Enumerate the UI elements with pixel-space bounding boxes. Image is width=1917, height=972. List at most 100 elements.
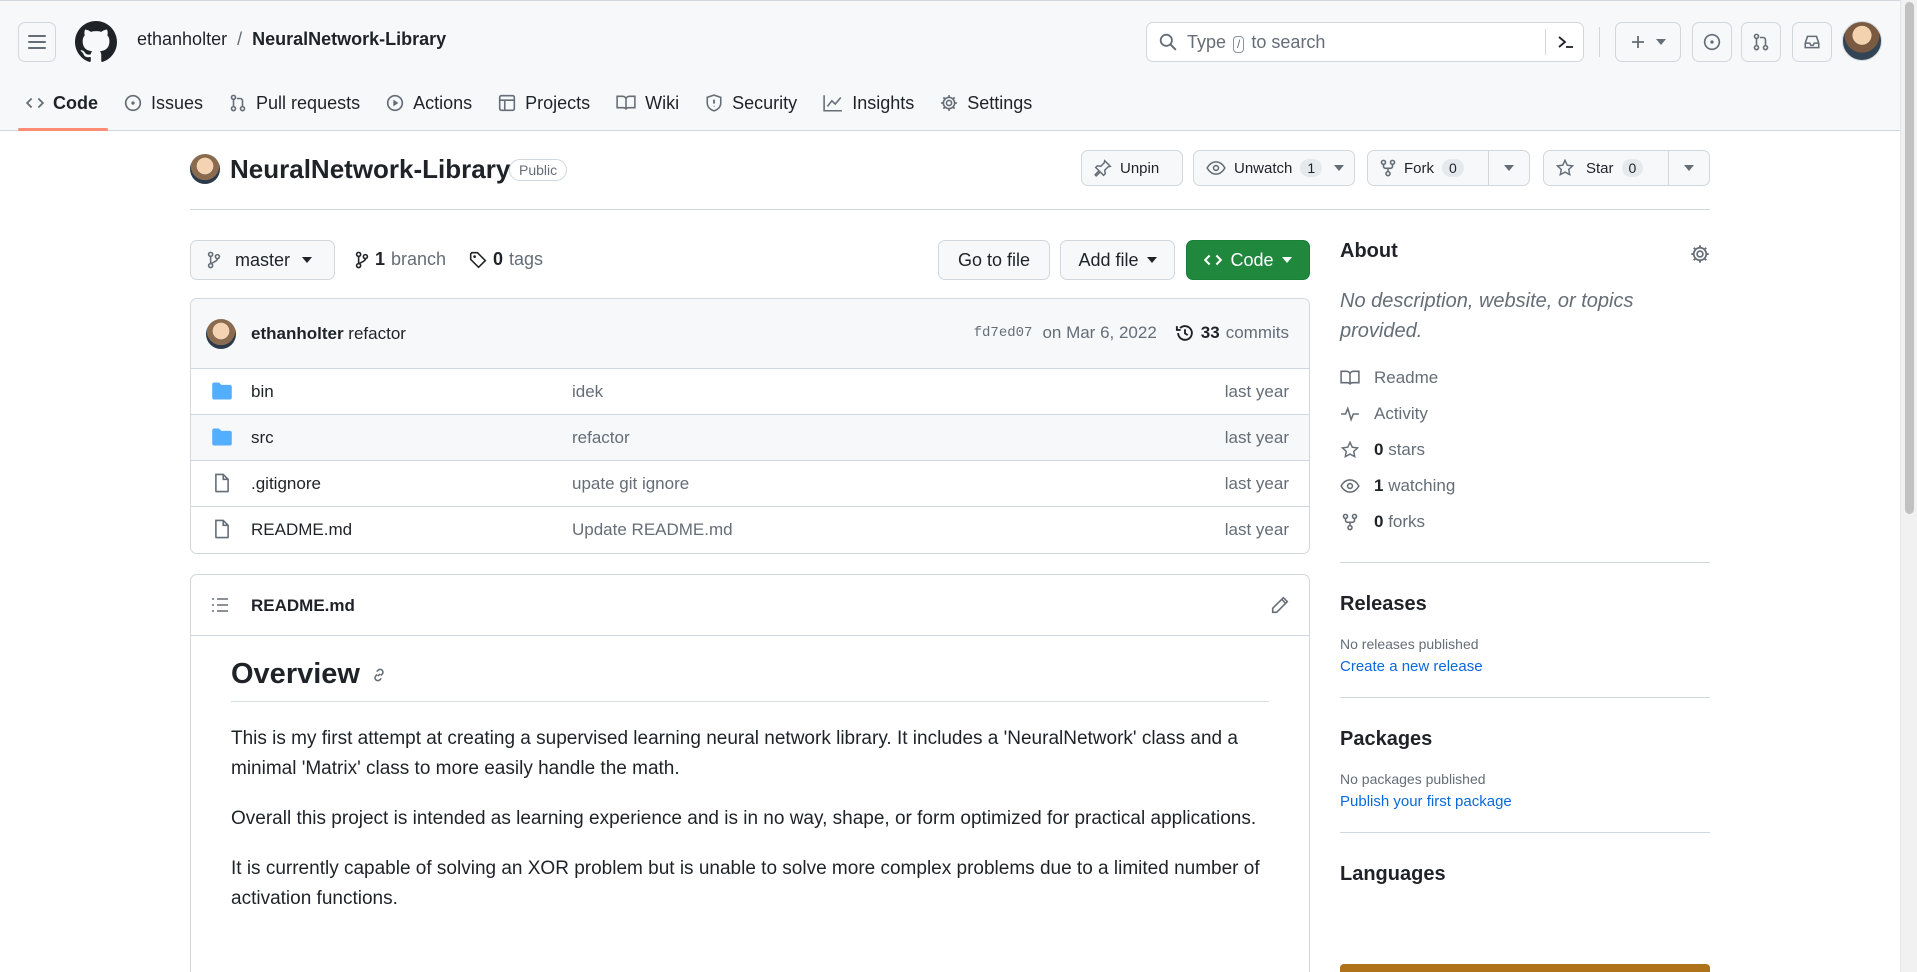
inbox-button[interactable] <box>1792 22 1832 62</box>
stars-link[interactable]: 0 stars <box>1340 432 1710 468</box>
commit-summary: ethanholter refactor <box>251 324 406 344</box>
file-row[interactable]: bin idek last year <box>191 369 1309 415</box>
tab-security[interactable]: Security <box>697 85 815 121</box>
star-button[interactable]: Star 0 <box>1543 150 1669 186</box>
tab-label: Insights <box>852 92 915 113</box>
watching-link[interactable]: 1 watching <box>1340 468 1710 504</box>
commit-message[interactable]: refactor <box>348 324 406 343</box>
tab-issues[interactable]: Issues <box>116 85 221 121</box>
branch-name: master <box>235 249 291 270</box>
star-dropdown-button[interactable] <box>1668 150 1710 186</box>
gear-icon <box>940 94 958 112</box>
caret-down-icon <box>1281 257 1292 263</box>
readme-filename[interactable]: README.md <box>251 596 355 616</box>
star-icon <box>1340 441 1360 459</box>
file-name[interactable]: bin <box>251 382 274 402</box>
file-row[interactable]: src refactor last year <box>191 415 1309 461</box>
tab-actions[interactable]: Actions <box>378 85 490 121</box>
packages-empty: No packages published <box>1340 771 1486 787</box>
releases-section: Releases No releases published Create a … <box>1340 562 1710 675</box>
unpin-label: Unpin <box>1120 159 1160 177</box>
list-icon[interactable] <box>211 597 229 613</box>
tab-code[interactable]: Code <box>18 85 116 131</box>
tab-label: Settings <box>967 92 1033 113</box>
about-description: No description, website, or topics provi… <box>1340 290 1634 342</box>
branches-link[interactable]: 1 branch <box>355 249 446 270</box>
file-name[interactable]: README.md <box>251 520 352 540</box>
fork-button[interactable]: Fork 0 <box>1367 150 1489 186</box>
tags-link[interactable]: 0 tags <box>469 249 543 270</box>
command-palette-button[interactable] <box>1545 29 1575 55</box>
book-icon <box>616 94 636 112</box>
history-icon <box>1175 323 1195 343</box>
tab-settings[interactable]: Settings <box>932 85 1050 121</box>
go-to-file-label: Go to file <box>957 249 1031 270</box>
issues-button[interactable] <box>1692 22 1732 62</box>
file-name[interactable]: .gitignore <box>251 474 321 494</box>
link-icon[interactable] <box>370 666 388 684</box>
forks-link[interactable]: 0 forks <box>1340 504 1710 540</box>
branch-selector[interactable]: master <box>190 240 335 280</box>
caret-down-icon <box>1684 165 1694 171</box>
file-commit-message[interactable]: upate git ignore <box>572 474 689 494</box>
language-bar <box>1340 964 1710 972</box>
readme-header: README.md <box>191 575 1309 636</box>
create-new-button[interactable] <box>1615 22 1681 62</box>
readme-paragraph: This is my first attempt at creating a s… <box>231 728 1238 779</box>
file-commit-message[interactable]: Update README.md <box>572 520 733 540</box>
code-button[interactable]: Code <box>1186 240 1310 280</box>
menu-button[interactable] <box>18 22 56 62</box>
add-file-button[interactable]: Add file <box>1060 240 1175 280</box>
unwatch-button[interactable]: Unwatch 1 <box>1193 150 1355 186</box>
commit-date: on Mar 6, 2022 <box>1042 323 1157 342</box>
readme-body: Overview This is my first attempt at cre… <box>191 636 1309 956</box>
releases-empty: No releases published <box>1340 636 1479 652</box>
fork-dropdown-button[interactable] <box>1488 150 1530 186</box>
unpin-button[interactable]: Unpin <box>1081 150 1183 186</box>
branch-label: branch <box>391 249 447 269</box>
gear-icon[interactable] <box>1690 244 1710 264</box>
commit-author-avatar[interactable] <box>206 319 236 349</box>
packages-title[interactable]: Packages <box>1340 728 1710 751</box>
breadcrumb: ethanholter / NeuralNetwork-Library <box>137 29 446 50</box>
repo-title[interactable]: NeuralNetwork-Library <box>230 154 510 185</box>
pencil-icon[interactable] <box>1271 596 1289 614</box>
file-commit-message[interactable]: refactor <box>572 428 630 448</box>
page-scrollbar[interactable] <box>1900 0 1917 972</box>
commit-author[interactable]: ethanholter <box>251 324 344 343</box>
file-commit-message[interactable]: idek <box>572 382 603 402</box>
visibility-badge: Public <box>509 159 568 181</box>
create-release-link[interactable]: Create a new release <box>1340 658 1710 675</box>
user-avatar[interactable] <box>1842 21 1882 61</box>
caret-down-icon <box>1656 39 1666 45</box>
code-label: Code <box>1230 249 1274 270</box>
breadcrumb-owner[interactable]: ethanholter <box>137 29 227 50</box>
file-row[interactable]: README.md Update README.md last year <box>191 507 1309 553</box>
file-date: last year <box>1224 427 1289 447</box>
owner-avatar[interactable] <box>190 154 220 184</box>
pin-icon <box>1094 159 1112 177</box>
scrollbar-thumb[interactable] <box>1905 2 1914 514</box>
file-row[interactable]: .gitignore upate git ignore last year <box>191 461 1309 507</box>
activity-link-label: Activity <box>1374 404 1428 423</box>
commits-link[interactable]: 33 commits <box>1175 323 1289 343</box>
pull-requests-button[interactable] <box>1741 22 1781 62</box>
tab-wiki[interactable]: Wiki <box>608 85 697 121</box>
go-to-file-button[interactable]: Go to file <box>938 240 1050 280</box>
readme-link[interactable]: Readme <box>1340 360 1710 396</box>
commit-sha[interactable]: fd7ed07 <box>974 325 1033 341</box>
tab-insights[interactable]: Insights <box>815 85 932 121</box>
tab-pull-requests[interactable]: Pull requests <box>221 85 378 121</box>
github-logo-icon[interactable] <box>75 21 117 63</box>
publish-package-link[interactable]: Publish your first package <box>1340 793 1710 810</box>
activity-link[interactable]: Activity <box>1340 396 1710 432</box>
pull-request-icon <box>229 94 247 112</box>
breadcrumb-repo[interactable]: NeuralNetwork-Library <box>252 29 446 50</box>
search-input[interactable]: Type / to search <box>1146 22 1584 62</box>
latest-commit: ethanholter refactor fd7ed07 on Mar 6, 2… <box>191 299 1309 369</box>
tab-projects[interactable]: Projects <box>490 85 608 121</box>
releases-title[interactable]: Releases <box>1340 593 1710 616</box>
file-icon <box>211 519 233 539</box>
pulse-icon <box>1340 405 1360 423</box>
file-name[interactable]: src <box>251 428 274 448</box>
